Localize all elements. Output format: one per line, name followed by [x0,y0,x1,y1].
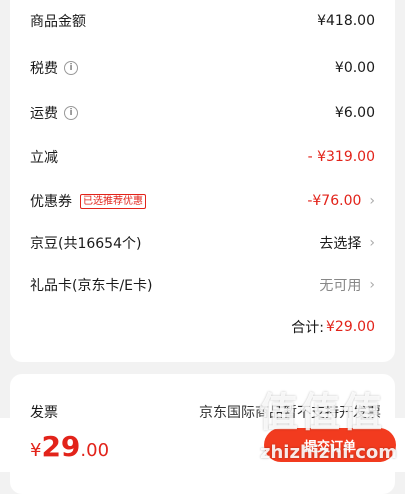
total-row: 合计: ¥29.00 [30,316,375,338]
jingdou-value: 去选择 [319,236,362,252]
gift-card-label: 礼品卡(京东卡/E卡) [30,278,153,294]
chevron-right-icon: › [369,235,375,251]
tax-row: 税费 i ¥0.00 [30,57,375,79]
coupon-label-group: 优惠券 已选推荐优惠 [30,191,146,211]
gift-card-value: 无可用 [319,278,362,294]
instant-discount-value: - ¥319.00 [307,149,375,165]
instant-discount-row: 立减 - ¥319.00 [30,146,375,168]
jingdou-label: 京豆(共16654个) [30,236,142,252]
footer-currency: ¥ [30,440,42,461]
total-label: 合计: [291,320,324,336]
info-icon[interactable]: i [64,106,78,120]
gift-card-row[interactable]: 礼品卡(京东卡/E卡) 无可用 › [30,274,375,296]
recommended-discount-tag: 已选推荐优惠 [80,193,146,209]
shipping-value: ¥6.00 [334,105,375,121]
tax-label-group: 税费 i [30,58,78,78]
footer-price-integer: 29 [41,430,81,463]
jingdou-row[interactable]: 京豆(共16654个) 去选择 › [30,232,375,254]
coupon-row[interactable]: 优惠券 已选推荐优惠 -¥76.00 › [30,190,375,212]
submit-order-button[interactable]: 提交订单 [264,428,396,462]
coupon-label: 优惠券 [30,194,72,210]
instant-discount-label: 立减 [30,150,58,166]
goods-amount-row: 商品金额 ¥418.00 [30,10,375,32]
goods-amount-label: 商品金额 [30,14,86,30]
shipping-row: 运费 i ¥6.00 [30,102,375,124]
order-summary-card: 商品金额 ¥418.00 税费 i ¥0.00 运费 i ¥6.00 立减 - … [10,0,395,362]
chevron-right-icon: › [369,277,375,293]
shipping-label-group: 运费 i [30,103,78,123]
footer-price: ¥29.00 [30,430,109,463]
shipping-label: 运费 [30,106,58,122]
chevron-right-icon: › [369,193,375,209]
tax-label: 税费 [30,61,58,77]
tax-value: ¥0.00 [334,60,375,76]
info-icon[interactable]: i [64,61,78,75]
goods-amount-value: ¥418.00 [317,13,375,29]
checkout-footer: ¥29.00 提交订单 [0,418,405,472]
total-value: ¥29.00 [326,319,375,335]
coupon-value: -¥76.00 [307,193,362,209]
footer-price-decimal: .00 [80,440,110,461]
